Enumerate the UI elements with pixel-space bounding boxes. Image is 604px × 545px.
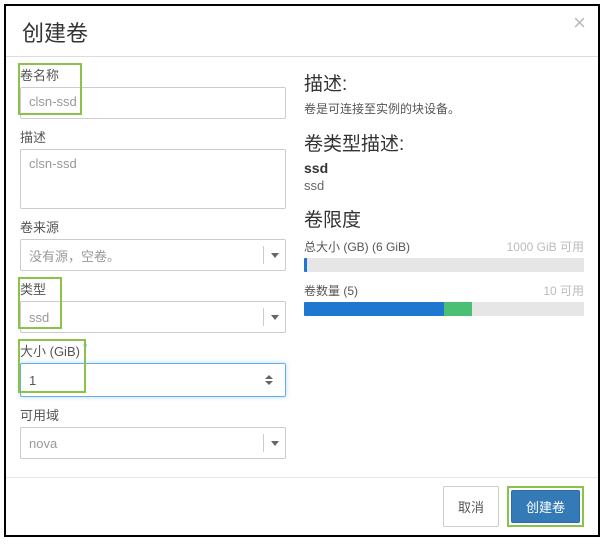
textarea-description[interactable]: clsn-ssd — [20, 149, 286, 209]
quota-size-avail: 1000 GiB 可用 — [507, 238, 584, 255]
select-az[interactable]: nova — [20, 427, 286, 459]
input-size[interactable]: 1 — [20, 363, 286, 397]
text-description: 卷是可连接至实例的块设备。 — [304, 100, 584, 117]
quota-size-bar — [304, 258, 584, 272]
modal-dialog: 创建卷 × 卷名称 clsn-ssd 描述 clsn-ssd 卷来源 没有源，空… — [4, 4, 600, 537]
field-size: 大小 (GiB) 1 — [20, 341, 286, 397]
chevron-down-icon — [263, 434, 285, 452]
text-type-desc: ssd — [304, 178, 584, 193]
label-az: 可用域 — [20, 405, 59, 424]
heading-limits: 卷限度 — [304, 205, 584, 232]
field-type: 类型 ssd — [20, 279, 286, 333]
info-column: 描述: 卷是可连接至实例的块设备。 卷类型描述: ssd ssd 卷限度 总大小… — [300, 65, 584, 485]
heading-description: 描述: — [304, 69, 584, 96]
field-az: 可用域 nova — [20, 405, 286, 459]
close-icon[interactable]: × — [573, 12, 586, 34]
modal-title: 创建卷 — [22, 16, 582, 48]
modal-footer: 取消 创建卷 — [6, 477, 598, 535]
heading-type-desc: 卷类型描述: — [304, 129, 584, 156]
chevron-down-icon — [263, 246, 285, 264]
spinner-icon[interactable] — [261, 369, 277, 391]
cancel-button[interactable]: 取消 — [443, 486, 499, 527]
quota-size-label: 总大小 (GB) (6 GiB) — [304, 238, 410, 255]
select-type-value: ssd — [29, 310, 49, 325]
quota-size-row: 总大小 (GB) (6 GiB) 1000 GiB 可用 — [304, 238, 584, 255]
label-type: 类型 — [20, 279, 46, 298]
field-source: 卷来源 没有源，空卷。 — [20, 217, 286, 271]
label-size: 大小 (GiB) — [20, 341, 87, 360]
select-type[interactable]: ssd — [20, 301, 286, 333]
quota-count-label: 卷数量 (5) — [304, 282, 358, 299]
quota-count-avail: 10 可用 — [543, 282, 584, 299]
select-source-value: 没有源，空卷。 — [29, 246, 120, 265]
label-source: 卷来源 — [20, 217, 59, 236]
label-volume-name: 卷名称 — [20, 65, 59, 84]
input-size-value: 1 — [29, 373, 36, 388]
modal-body: 卷名称 clsn-ssd 描述 clsn-ssd 卷来源 没有源，空卷。 类型 … — [6, 57, 598, 485]
chevron-down-icon — [263, 308, 285, 326]
submit-button[interactable]: 创建卷 — [511, 490, 580, 523]
field-volume-name: 卷名称 clsn-ssd — [20, 65, 286, 119]
highlight-submit: 创建卷 — [507, 486, 584, 527]
label-description: 描述 — [20, 127, 46, 146]
modal-header: 创建卷 × — [6, 6, 598, 57]
select-az-value: nova — [29, 436, 57, 451]
form-column: 卷名称 clsn-ssd 描述 clsn-ssd 卷来源 没有源，空卷。 类型 … — [20, 65, 300, 485]
quota-count-bar — [304, 302, 584, 316]
quota-count-row: 卷数量 (5) 10 可用 — [304, 282, 584, 299]
input-volume-name[interactable]: clsn-ssd — [20, 87, 286, 119]
field-description: 描述 clsn-ssd — [20, 127, 286, 209]
select-source[interactable]: 没有源，空卷。 — [20, 239, 286, 271]
text-type-name: ssd — [304, 160, 584, 176]
